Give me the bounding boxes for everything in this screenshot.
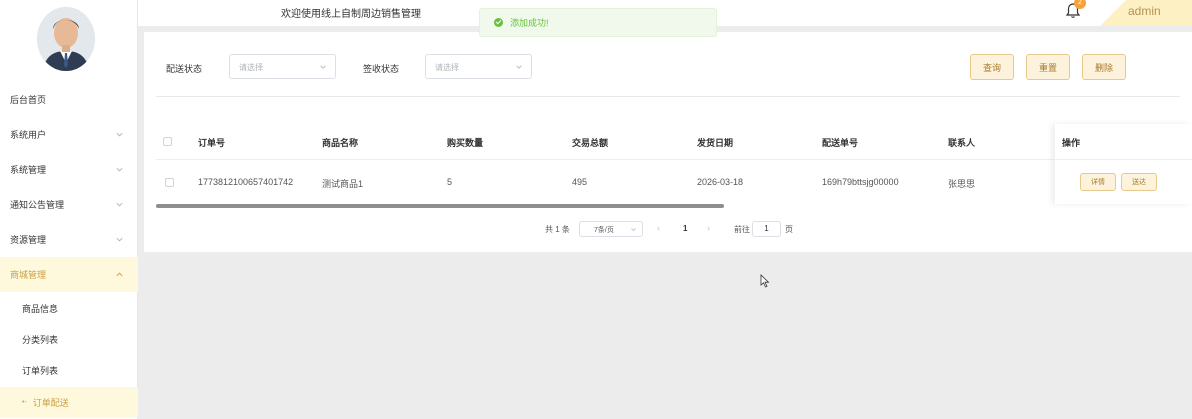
select-placeholder: 请选择 xyxy=(239,63,263,72)
delivery-status-label: 配送状态 xyxy=(166,64,203,74)
chevron-down-icon xyxy=(116,237,123,242)
current-page-number[interactable]: 1 xyxy=(683,224,687,233)
operations-header-line xyxy=(1055,159,1192,160)
sidebar-item-system-management[interactable]: 系统管理 xyxy=(0,152,138,187)
sidebar-subitem-orders[interactable]: 订单列表 xyxy=(0,355,138,386)
success-toast: 添加成功! xyxy=(479,8,717,37)
user-menu[interactable]: admin xyxy=(1128,4,1161,18)
avatar[interactable] xyxy=(37,7,95,71)
table-header-line xyxy=(156,159,1054,160)
mouse-cursor-icon xyxy=(760,274,770,288)
delivery-status-select[interactable]: 请选择 xyxy=(229,54,336,79)
pagination-total: 共 1 条 xyxy=(545,225,570,234)
cell-quantity: 5 xyxy=(447,177,453,187)
cell-product-name: 测试商品1 xyxy=(322,179,364,189)
cell-ship-date: 2026-03-18 xyxy=(697,177,744,187)
sidebar-subitem-label: 商品信息 xyxy=(22,304,59,314)
sidebar-item-resource-management[interactable]: 资源管理 xyxy=(0,222,138,257)
chevron-up-icon xyxy=(116,272,123,277)
column-header-quantity: 购买数量 xyxy=(447,138,484,148)
page-size-select[interactable]: 7条/页 xyxy=(579,221,643,237)
chevron-down-icon xyxy=(116,132,123,137)
sidebar-item-label: 资源管理 xyxy=(10,235,47,245)
delete-button[interactable]: 删除 xyxy=(1082,54,1126,80)
notification-badge: 2 xyxy=(1074,0,1086,9)
divider xyxy=(156,96,1180,97)
prev-page-icon[interactable]: ‹ xyxy=(657,223,660,233)
sidebar-item-shop-management[interactable]: 商城管理 xyxy=(0,257,138,292)
active-marker: •- xyxy=(22,399,27,406)
sidebar-subitem-order-delivery[interactable]: •- 订单配送 xyxy=(0,387,138,418)
sidebar: 后台首页 系统用户 系统管理 通知公告管理 资源管理 商城管理 商品信息 分类列… xyxy=(0,0,138,419)
chevron-down-icon xyxy=(116,202,123,207)
sidebar-item-system-users[interactable]: 系统用户 xyxy=(0,117,138,152)
cell-order-no: 1773812100657401742 xyxy=(198,177,294,187)
deliver-button[interactable]: 送达 xyxy=(1121,173,1157,191)
sidebar-subitem-products[interactable]: 商品信息 xyxy=(0,293,138,324)
sidebar-item-notice-management[interactable]: 通知公告管理 xyxy=(0,187,138,222)
column-header-delivery-no: 配送单号 xyxy=(822,138,859,148)
goto-page-input[interactable]: 1 xyxy=(752,221,781,237)
avatar-image xyxy=(37,7,95,71)
column-header-ship-date: 发货日期 xyxy=(697,138,734,148)
sidebar-item-label: 通知公告管理 xyxy=(10,200,65,210)
column-header-total: 交易总额 xyxy=(572,138,609,148)
sidebar-item-label: 后台首页 xyxy=(10,95,47,105)
select-placeholder: 请选择 xyxy=(435,63,459,72)
horizontal-scrollbar[interactable] xyxy=(156,204,724,208)
row-checkbox[interactable] xyxy=(165,178,174,187)
chevron-down-icon xyxy=(116,167,123,172)
chevron-down-icon xyxy=(631,228,636,232)
chevron-down-icon xyxy=(516,65,522,69)
column-header-product-name: 商品名称 xyxy=(322,138,359,148)
page-suffix: 页 xyxy=(785,225,793,234)
detail-button[interactable]: 详情 xyxy=(1080,173,1116,191)
receipt-status-label: 签收状态 xyxy=(363,64,400,74)
query-button[interactable]: 查询 xyxy=(970,54,1014,80)
content-card: 配送状态 请选择 签收状态 请选择 查询 重置 删除 订单号 商品名称 购买数量… xyxy=(144,32,1192,252)
sidebar-item-label: 系统管理 xyxy=(10,165,47,175)
page-size-value: 7条/页 xyxy=(594,227,614,234)
receipt-status-select[interactable]: 请选择 xyxy=(425,54,532,79)
column-header-operations: 操作 xyxy=(1062,138,1081,148)
cell-contact: 张思思 xyxy=(948,179,976,189)
toast-message: 添加成功! xyxy=(510,18,549,28)
sidebar-subitem-label: 订单配送 xyxy=(32,398,69,408)
next-page-icon[interactable]: › xyxy=(707,223,710,233)
sidebar-subitem-label: 分类列表 xyxy=(22,335,59,345)
page-title: 欢迎使用线上自制周边销售管理 xyxy=(281,9,421,20)
sidebar-item-label: 系统用户 xyxy=(10,130,47,140)
operations-column: 操作 详情 送达 xyxy=(1055,124,1192,204)
sidebar-subitem-categories[interactable]: 分类列表 xyxy=(0,324,138,355)
cell-delivery-no: 169h79bttsjg00000 xyxy=(822,177,899,187)
sidebar-subitem-label: 订单列表 xyxy=(22,366,59,376)
goto-label: 前往 xyxy=(734,225,750,234)
column-header-order-no: 订单号 xyxy=(198,138,226,148)
column-header-contact: 联系人 xyxy=(948,138,976,148)
select-all-checkbox[interactable] xyxy=(163,137,172,146)
sidebar-item-label: 商城管理 xyxy=(10,270,47,280)
check-circle-icon xyxy=(494,18,503,27)
cell-total: 495 xyxy=(572,177,588,187)
sidebar-item-home[interactable]: 后台首页 xyxy=(0,82,138,117)
reset-button[interactable]: 重置 xyxy=(1026,54,1070,80)
chevron-down-icon xyxy=(320,65,326,69)
